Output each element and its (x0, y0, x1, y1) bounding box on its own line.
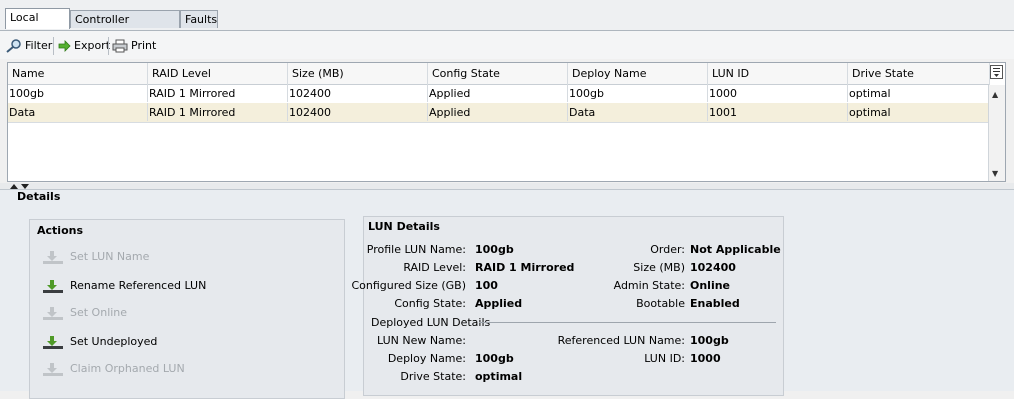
actions-panel: Actions Set LUN Name Rename Referenced L… (29, 219, 345, 399)
cell-raid-level: RAID 1 Mirrored (148, 103, 288, 121)
column-header-name[interactable]: Name (8, 63, 148, 84)
profile-lun-name-value: 100gb (475, 243, 514, 256)
cell-drive-state: optimal (848, 84, 990, 102)
section-divider (479, 322, 776, 323)
deployed-lun-details-heading: Deployed LUN Details (371, 316, 491, 329)
toolbar: Filter Export Print (0, 31, 1014, 59)
lun-table: Name RAID Level Size (MB) Config State D… (7, 62, 1006, 182)
drive-state-label: Drive State: (400, 370, 466, 383)
download-icon (43, 336, 63, 349)
column-chooser-icon[interactable] (990, 65, 1003, 79)
drive-state-value: optimal (475, 370, 523, 383)
cell-drive-state: optimal (848, 103, 990, 121)
download-icon (43, 280, 63, 293)
deploy-name-label: Deploy Name: (387, 352, 466, 365)
download-icon (43, 363, 63, 376)
print-button[interactable]: Print (112, 38, 156, 54)
column-header-drive-state[interactable]: Drive State (848, 63, 990, 84)
toolbar-divider (53, 37, 54, 55)
download-icon (43, 251, 63, 264)
cell-size: 102400 (288, 103, 428, 121)
action-label: Set Undeployed (70, 335, 158, 348)
column-header-lun-id[interactable]: LUN ID (708, 63, 848, 84)
filter-button[interactable]: Filter (6, 38, 52, 54)
column-header-config-state[interactable]: Config State (428, 63, 568, 84)
cell-config-state: Applied (428, 103, 568, 121)
printer-icon (112, 39, 128, 53)
profile-lun-name-label: Profile LUN Name: (366, 243, 466, 256)
table-row-selected[interactable]: Data RAID 1 Mirrored 102400 Applied Data… (8, 103, 990, 123)
lun-id-label: LUN ID: (644, 352, 685, 365)
cell-config-state: Applied (428, 84, 568, 102)
size-label: Size (MB) (633, 261, 685, 274)
cell-deploy-name: 100gb (568, 84, 708, 102)
order-value: Not Applicable (690, 243, 781, 256)
tab-bar: Local LUNs Controller Definitions Faults (0, 0, 1014, 44)
config-state-value: Applied (475, 297, 523, 310)
table-header: Name RAID Level Size (MB) Config State D… (8, 63, 990, 85)
cell-name: 100gb (8, 84, 148, 102)
export-label: Export (74, 39, 111, 52)
cell-lun-id: 1000 (708, 84, 848, 102)
column-header-raid-level[interactable]: RAID Level (148, 63, 288, 84)
size-value: 102400 (690, 261, 736, 274)
download-icon (43, 307, 63, 320)
admin-state-label: Admin State: (613, 279, 685, 292)
bootable-value: Enabled (690, 297, 740, 310)
filter-icon (6, 39, 21, 53)
column-header-deploy-name[interactable]: Deploy Name (568, 63, 708, 84)
print-label: Print (131, 39, 157, 52)
lun-details-title: LUN Details (368, 220, 440, 233)
cell-size: 102400 (288, 84, 428, 102)
lun-id-value: 1000 (690, 352, 721, 365)
toolbar-divider (108, 37, 109, 55)
action-label: Set Online (70, 306, 128, 319)
table-vertical-scrollbar[interactable]: ▲ ▼ (988, 85, 1005, 181)
scroll-up-icon[interactable]: ▲ (992, 90, 998, 99)
actions-title: Actions (37, 224, 83, 237)
tab-controller-definitions[interactable]: Controller Definitions (70, 10, 180, 44)
referenced-lun-name-label: Referenced LUN Name: (557, 334, 685, 347)
raid-level-value: RAID 1 Mirrored (475, 261, 575, 274)
filter-label: Filter (25, 39, 53, 52)
cell-raid-level: RAID 1 Mirrored (148, 84, 288, 102)
cell-name: Data (8, 103, 148, 121)
tab-faults[interactable]: Faults (180, 10, 218, 28)
tab-local-luns[interactable]: Local LUNs (5, 8, 70, 42)
column-header-size[interactable]: Size (MB) (288, 63, 428, 84)
action-label: Claim Orphaned LUN (70, 362, 185, 375)
admin-state-value: Online (690, 279, 731, 292)
export-button[interactable]: Export (58, 38, 110, 54)
cell-lun-id: 1001 (708, 103, 848, 121)
configured-size-value: 100 (475, 279, 498, 292)
configured-size-label: Configured Size (GB) (351, 279, 466, 292)
table-row[interactable]: 100gb RAID 1 Mirrored 102400 Applied 100… (8, 84, 990, 104)
export-arrow-icon (58, 40, 71, 52)
deploy-name-value: 100gb (475, 352, 514, 365)
details-title: Details (17, 190, 61, 203)
lun-details-panel: LUN Details Profile LUN Name: 100gb RAID… (351, 216, 784, 396)
lun-new-name-label: LUN New Name: (376, 334, 466, 347)
bootable-label: Bootable (636, 297, 685, 310)
raid-level-label: RAID Level: (403, 261, 466, 274)
order-label: Order: (650, 243, 685, 256)
cell-deploy-name: Data (568, 103, 708, 121)
referenced-lun-name-value: 100gb (690, 334, 729, 347)
action-label: Set LUN Name (70, 250, 150, 263)
action-label: Rename Referenced LUN (70, 279, 207, 292)
scroll-down-icon[interactable]: ▼ (992, 169, 998, 178)
config-state-label: Config State: (394, 297, 466, 310)
